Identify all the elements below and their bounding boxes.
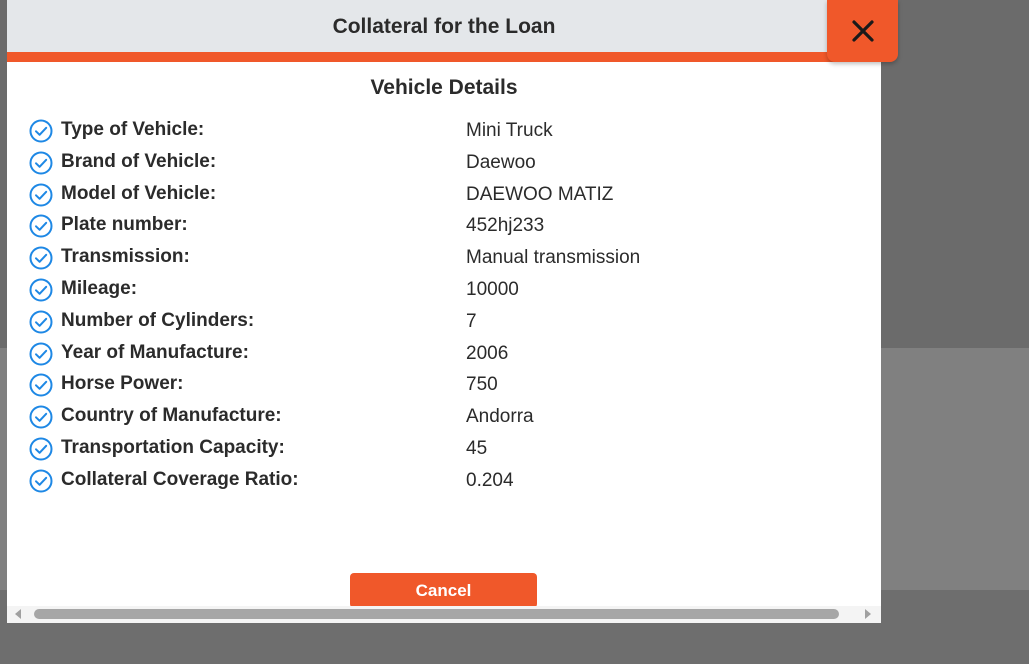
modal-header: Collateral for the Loan: [7, 0, 881, 52]
detail-value: 2006: [466, 342, 509, 364]
header-accent-bar: [7, 52, 881, 62]
detail-row: Mileage: 10000: [29, 275, 849, 307]
check-circle-icon: [29, 437, 53, 461]
check-circle-icon: [29, 469, 53, 493]
detail-row: Country of Manufacture: Andorra: [29, 402, 849, 434]
detail-row: Model of Vehicle: DAEWOO MATIZ: [29, 180, 849, 212]
check-circle-icon: [29, 183, 53, 207]
detail-label: Brand of Vehicle:: [61, 150, 217, 172]
detail-row: Brand of Vehicle: Daewoo: [29, 148, 849, 180]
cancel-button[interactable]: Cancel: [350, 573, 537, 608]
check-circle-icon: [29, 310, 53, 334]
check-circle-icon: [29, 119, 53, 143]
close-icon: [851, 20, 874, 42]
detail-label: Type of Vehicle:: [61, 119, 205, 140]
detail-label: Transmission:: [61, 246, 190, 268]
detail-value: 750: [466, 374, 498, 396]
detail-label: Number of Cylinders:: [61, 309, 255, 331]
scroll-left-arrow-icon[interactable]: [15, 609, 21, 619]
detail-row: Year of Manufacture: 2006: [29, 339, 849, 371]
detail-value: Manual transmission: [466, 247, 641, 269]
detail-label: Plate number:: [61, 214, 188, 236]
check-circle-icon: [29, 278, 53, 302]
detail-value: 0.204: [466, 469, 514, 491]
detail-value: 7: [466, 310, 477, 332]
detail-row: Collateral Coverage Ratio: 0.204: [29, 466, 849, 498]
detail-row: Type of Vehicle: Mini Truck: [29, 116, 849, 148]
detail-value: 10000: [466, 278, 519, 300]
detail-value: Mini Truck: [466, 120, 553, 141]
check-circle-icon: [29, 405, 53, 429]
check-circle-icon: [29, 214, 53, 238]
close-button[interactable]: [827, 0, 898, 62]
check-circle-icon: [29, 373, 53, 397]
detail-value: 452hj233: [466, 215, 545, 237]
detail-value: DAEWOO MATIZ: [466, 183, 614, 205]
detail-value: Daewoo: [466, 151, 536, 173]
detail-label: Transportation Capacity:: [61, 436, 285, 458]
section-title: Vehicle Details: [370, 76, 518, 99]
detail-label: Year of Manufacture:: [61, 341, 249, 363]
detail-label: Collateral Coverage Ratio:: [61, 468, 299, 490]
detail-value: Andorra: [466, 406, 534, 428]
detail-row: Transmission: Manual transmission: [29, 243, 849, 275]
detail-label: Model of Vehicle:: [61, 182, 217, 204]
scroll-right-arrow-icon[interactable]: [865, 609, 871, 619]
horizontal-scrollbar[interactable]: [7, 606, 881, 623]
detail-row: Transportation Capacity: 45: [29, 434, 849, 466]
scrollbar-thumb[interactable]: [34, 609, 839, 619]
detail-row: Horse Power: 750: [29, 370, 849, 402]
detail-row: Number of Cylinders: 7: [29, 307, 849, 339]
detail-label: Country of Manufacture:: [61, 405, 282, 427]
check-circle-icon: [29, 342, 53, 366]
detail-label: Horse Power:: [61, 373, 184, 395]
detail-value: 45: [466, 437, 488, 459]
vehicle-details-list: Type of Vehicle: Mini Truck Brand of Vehic…: [29, 116, 849, 498]
detail-label: Mileage:: [61, 277, 138, 299]
detail-row: Plate number: 452hj233: [29, 211, 849, 243]
check-circle-icon: [29, 151, 53, 175]
modal-title: Collateral for the Loan: [332, 15, 556, 38]
collateral-modal: Collateral for the Loan Vehicle Details …: [7, 0, 881, 623]
check-circle-icon: [29, 246, 53, 270]
